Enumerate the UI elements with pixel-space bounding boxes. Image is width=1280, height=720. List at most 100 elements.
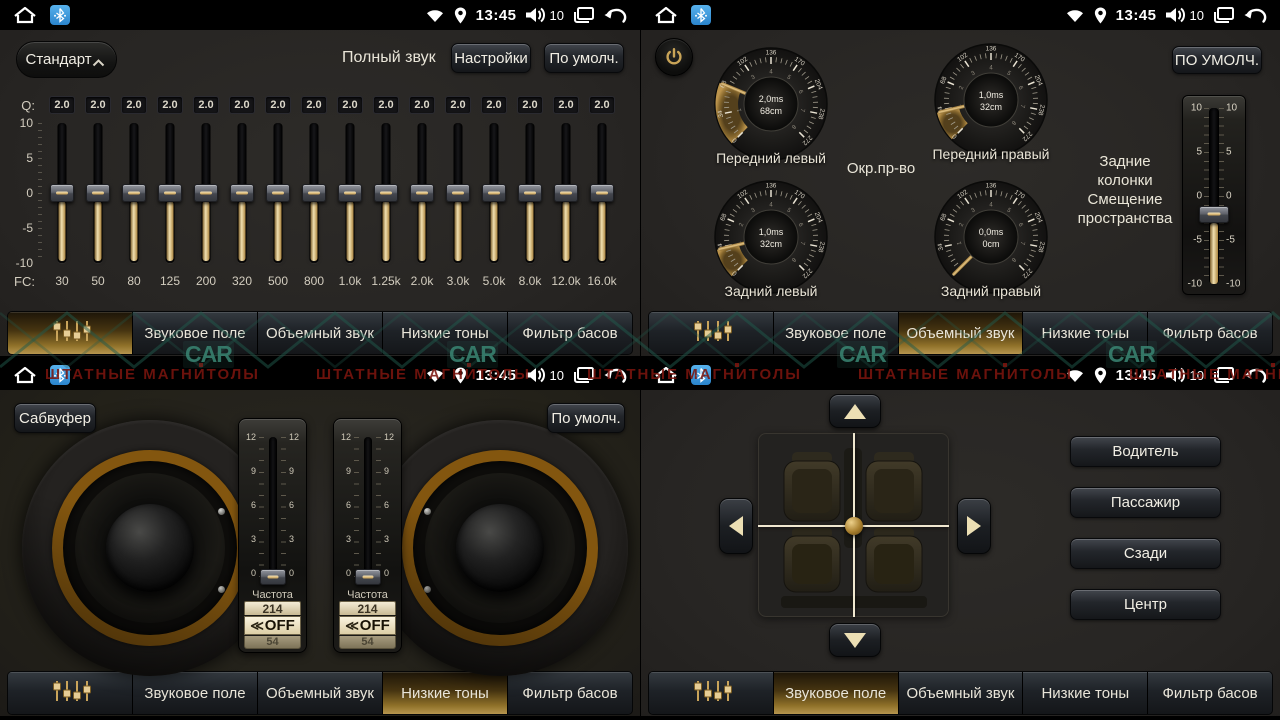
frequency-next-value[interactable]: 54 bbox=[244, 636, 301, 649]
default-button[interactable]: ПО УМОЛЧ. bbox=[1172, 46, 1262, 74]
home-icon[interactable] bbox=[653, 365, 679, 385]
eq-band-slider[interactable] bbox=[476, 118, 512, 268]
eq-band-slider[interactable] bbox=[512, 118, 548, 268]
slider-handle[interactable] bbox=[482, 184, 506, 202]
eq-band-slider[interactable] bbox=[404, 118, 440, 268]
default-button[interactable]: По умолч. bbox=[544, 43, 624, 73]
delay-knob-rear-right[interactable]: 03468102136170204238272123456780,0ms0cmЗ… bbox=[916, 180, 1066, 294]
slider-handle[interactable] bbox=[158, 184, 182, 202]
home-icon[interactable] bbox=[653, 5, 679, 25]
settings-button[interactable]: Настройки bbox=[451, 43, 531, 73]
slider-handle[interactable] bbox=[446, 184, 470, 202]
eq-band-slider[interactable] bbox=[368, 118, 404, 268]
delay-knob-rear-left[interactable]: 03468102136170204238272123456781,0ms32cm… bbox=[696, 180, 846, 294]
tab-bass[interactable]: Низкие тоны bbox=[1022, 312, 1147, 354]
tab-surround-sound[interactable]: Объемный звук bbox=[257, 312, 382, 354]
position-passenger-button[interactable]: Пассажир bbox=[1070, 487, 1221, 518]
tab-surround-sound[interactable]: Объемный звук bbox=[898, 312, 1023, 354]
slider-handle[interactable] bbox=[50, 184, 74, 202]
tab-sound-field[interactable]: Звуковое поле bbox=[773, 312, 898, 354]
recents-icon[interactable] bbox=[1212, 366, 1235, 384]
slider-handle[interactable] bbox=[86, 184, 110, 202]
arrow-down-button[interactable] bbox=[829, 623, 881, 657]
home-icon[interactable] bbox=[12, 365, 38, 385]
back-icon[interactable] bbox=[1243, 366, 1268, 384]
recents-icon[interactable] bbox=[572, 366, 595, 384]
offset-slider-handle[interactable] bbox=[1199, 206, 1229, 223]
tab-equalizer[interactable] bbox=[8, 312, 132, 354]
slider-handle[interactable] bbox=[122, 184, 146, 202]
tab-equalizer[interactable] bbox=[649, 312, 773, 354]
tab-bass-filter[interactable]: Фильтр басов bbox=[1147, 312, 1272, 354]
tab-bass[interactable]: Низкие тоны bbox=[382, 672, 507, 714]
arrow-right-button[interactable] bbox=[957, 498, 991, 554]
arrow-left-button[interactable] bbox=[719, 498, 753, 554]
tab-equalizer[interactable] bbox=[649, 672, 773, 714]
eq-band-slider[interactable] bbox=[152, 118, 188, 268]
delay-knob-front-left[interactable]: 03468102136170204238272123456782,0ms68cm… bbox=[696, 47, 846, 161]
bluetooth-icon[interactable] bbox=[691, 365, 711, 385]
tab-bass-filter[interactable]: Фильтр басов bbox=[507, 312, 632, 354]
subwoofer-title-button[interactable]: Сабвуфер bbox=[14, 403, 96, 433]
home-icon[interactable] bbox=[12, 5, 38, 25]
arrow-up-button[interactable] bbox=[829, 394, 881, 428]
position-center-button[interactable]: Центр bbox=[1070, 589, 1221, 620]
tab-bass[interactable]: Низкие тоны bbox=[1022, 672, 1147, 714]
slider-handle[interactable] bbox=[266, 184, 290, 202]
recents-icon[interactable] bbox=[1212, 6, 1235, 24]
tab-sound-field[interactable]: Звуковое поле bbox=[132, 312, 257, 354]
eq-band-slider[interactable] bbox=[440, 118, 476, 268]
delay-knob-front-right[interactable]: 03468102136170204238272123456781,0ms32cm… bbox=[916, 43, 1066, 157]
eq-band-slider[interactable] bbox=[188, 118, 224, 268]
slider-handle[interactable] bbox=[374, 184, 398, 202]
frequency-selected-value[interactable]: ≪OFF bbox=[244, 616, 301, 635]
tab-bass-filter[interactable]: Фильтр басов bbox=[1147, 672, 1272, 714]
back-icon[interactable] bbox=[1243, 6, 1268, 24]
back-icon[interactable] bbox=[603, 366, 628, 384]
tab-surround-sound[interactable]: Объемный звук bbox=[898, 672, 1023, 714]
tab-surround-sound[interactable]: Объемный звук bbox=[257, 672, 382, 714]
eq-band-slider[interactable] bbox=[116, 118, 152, 268]
frequency-prev-value[interactable]: 214 bbox=[339, 601, 396, 615]
slider-handle[interactable] bbox=[302, 184, 326, 202]
bluetooth-icon[interactable] bbox=[50, 365, 70, 385]
preset-selector[interactable]: Стандарт bbox=[16, 41, 117, 78]
slider-handle[interactable] bbox=[194, 184, 218, 202]
slider-handle[interactable] bbox=[518, 184, 542, 202]
back-icon[interactable] bbox=[603, 6, 628, 24]
bluetooth-icon[interactable] bbox=[691, 5, 711, 25]
slider-handle[interactable] bbox=[590, 184, 614, 202]
subwoofer-level-slider[interactable]: 121299663300 bbox=[239, 425, 306, 587]
eq-band-slider[interactable] bbox=[44, 118, 80, 268]
eq-band-slider[interactable] bbox=[296, 118, 332, 268]
slider-handle[interactable] bbox=[230, 184, 254, 202]
eq-band-slider[interactable] bbox=[224, 118, 260, 268]
slider-handle[interactable] bbox=[410, 184, 434, 202]
rear-offset-slider[interactable]: 10105500-5-5-10-10 bbox=[1182, 95, 1246, 295]
tab-bass-filter[interactable]: Фильтр басов bbox=[507, 672, 632, 714]
eq-band-slider[interactable] bbox=[548, 118, 584, 268]
slider-handle[interactable] bbox=[338, 184, 362, 202]
eq-band-slider[interactable] bbox=[584, 118, 620, 268]
position-driver-button[interactable]: Водитель bbox=[1070, 436, 1221, 467]
slider-handle[interactable] bbox=[355, 569, 381, 585]
eq-band-slider[interactable] bbox=[80, 118, 116, 268]
slider-handle[interactable] bbox=[260, 569, 286, 585]
subwoofer-level-slider[interactable]: 121299663300 bbox=[334, 425, 401, 587]
eq-band-slider[interactable] bbox=[260, 118, 296, 268]
tab-bass[interactable]: Низкие тоны bbox=[382, 312, 507, 354]
slider-handle[interactable] bbox=[554, 184, 578, 202]
power-button[interactable] bbox=[655, 38, 693, 76]
default-button[interactable]: По умолч. bbox=[547, 403, 625, 433]
tab-sound-field[interactable]: Звуковое поле bbox=[132, 672, 257, 714]
tab-equalizer[interactable] bbox=[8, 672, 132, 714]
frequency-selected-value[interactable]: ≪OFF bbox=[339, 616, 396, 635]
bluetooth-icon[interactable] bbox=[50, 5, 70, 25]
frequency-prev-value[interactable]: 214 bbox=[244, 601, 301, 615]
eq-band-slider[interactable] bbox=[332, 118, 368, 268]
listening-position-ball[interactable] bbox=[845, 517, 863, 535]
position-rear-button[interactable]: Сзади bbox=[1070, 538, 1221, 569]
tab-sound-field[interactable]: Звуковое поле bbox=[773, 672, 898, 714]
recents-icon[interactable] bbox=[572, 6, 595, 24]
frequency-next-value[interactable]: 54 bbox=[339, 636, 396, 649]
